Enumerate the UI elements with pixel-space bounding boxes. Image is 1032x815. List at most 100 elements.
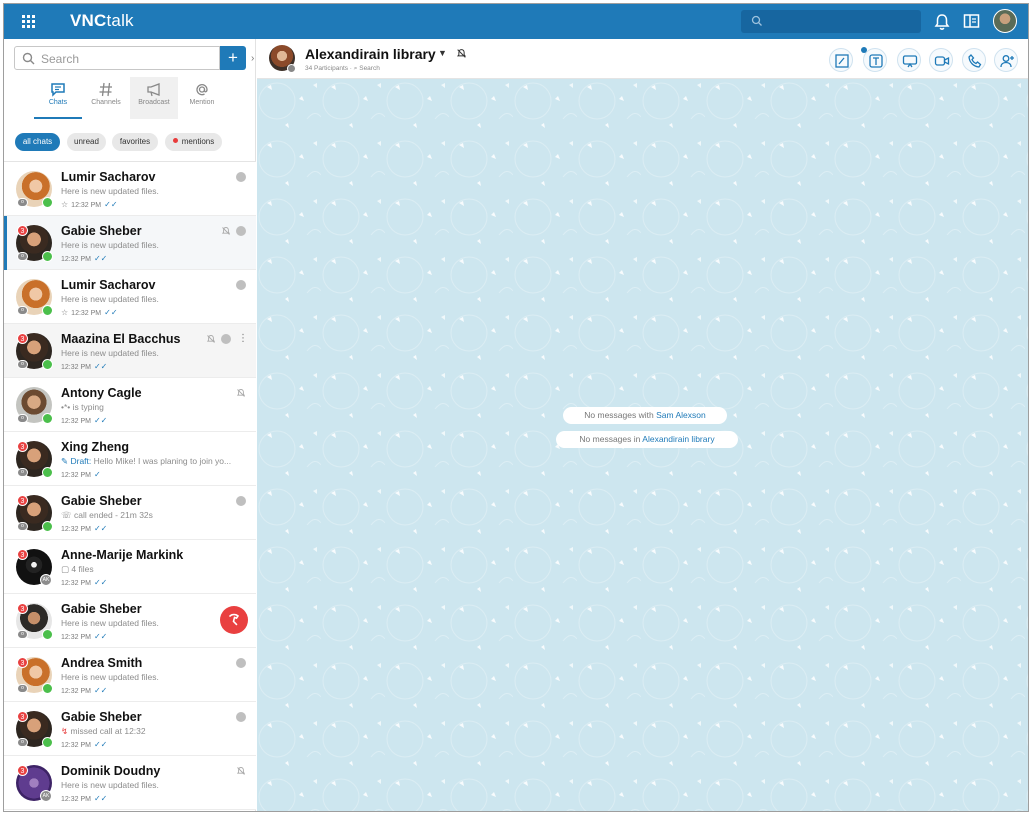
global-search-input[interactable] (741, 10, 921, 33)
side-panel-icon[interactable] (963, 13, 980, 29)
list-item[interactable]: 3 AK Anne-Marije Markink ▢ 4 files 12:32… (4, 540, 256, 594)
device-tag-icon: o (17, 738, 28, 747)
active-call-button[interactable] (220, 606, 248, 634)
filter-unread[interactable]: unread (67, 133, 106, 151)
collapse-sidebar-icon[interactable]: › (251, 53, 254, 64)
screen-share-button[interactable] (897, 48, 921, 72)
contact-name: Dominik Doudny (61, 764, 161, 778)
list-item[interactable]: 3 o Gabie Sheber Here is new updated fil… (4, 216, 256, 270)
list-item[interactable]: 3 AK Dominik Doudny Here is new updated … (4, 756, 256, 810)
phone-call-button[interactable] (962, 48, 986, 72)
chat-header: Alexandirain library ▼ 34 Participants ·… (257, 39, 1028, 79)
room-search-link[interactable]: Search (359, 65, 380, 72)
pin-icon (236, 226, 246, 236)
typing-dots-icon: •*• (61, 402, 73, 412)
list-item[interactable]: o Antony Cagle •*• is typing 12:32 PM ✓✓ (4, 378, 256, 432)
video-call-button[interactable] (929, 48, 953, 72)
hashtag-icon (99, 82, 112, 97)
megaphone-icon (147, 83, 160, 97)
sidebar-tabs: Chats Channels Broadcast Mention (34, 77, 224, 119)
device-tag-icon: o (17, 198, 28, 207)
new-chat-button[interactable]: + (220, 46, 246, 70)
owner-tag: AK (40, 574, 52, 586)
device-tag-icon: o (17, 684, 28, 693)
add-participant-button[interactable] (994, 48, 1018, 72)
conversation-list: o Lumir Sacharov Here is new updated fil… (4, 161, 256, 810)
tab-channels[interactable]: Channels (82, 77, 130, 119)
pin-icon (236, 280, 246, 290)
pin-icon (236, 658, 246, 668)
read-ticks-icon: ✓✓ (93, 578, 108, 587)
device-tag-icon: o (17, 414, 28, 423)
device-tag-icon: o (17, 630, 28, 639)
notification-bell-icon[interactable] (934, 13, 950, 31)
app-window: VNCtalk Search + › Chats Channels Broadc… (3, 3, 1029, 812)
message-meta: 12:32 PM ✓✓ (61, 254, 108, 263)
read-ticks-icon: ✓✓ (93, 794, 108, 803)
text-tool-button[interactable] (863, 48, 887, 72)
room-title[interactable]: Alexandirain library (305, 46, 436, 62)
muted-bell-icon (236, 389, 246, 397)
read-ticks-icon: ✓✓ (104, 200, 118, 209)
message-preview: •*• is typing (61, 402, 104, 412)
call-ended-icon: ☏ (61, 510, 74, 520)
contact-name: Xing Zheng (61, 440, 130, 454)
online-status-icon (42, 305, 53, 316)
list-item[interactable]: 3 o Gabie Sheber ↯ missed call at 12:32 … (4, 702, 256, 756)
online-status-icon (42, 737, 53, 748)
muted-bell-icon[interactable] (456, 48, 467, 59)
filter-all-chats[interactable]: all chats (15, 133, 60, 151)
list-item[interactable]: 3 o Maazina El Bacchus Here is new updat… (4, 324, 256, 378)
message-preview: ✎ Draft: Hello Mike! I was planing to jo… (61, 456, 232, 466)
list-item[interactable]: o Lumir Sacharov Here is new updated fil… (4, 162, 256, 216)
list-item[interactable]: o Lumir Sacharov Here is new updated fil… (4, 270, 256, 324)
device-tag-icon: o (17, 522, 28, 531)
online-status-icon (42, 467, 53, 478)
list-item[interactable]: 3 o Gabie Sheber ☏ call ended - 21m 32s … (4, 486, 256, 540)
unread-badge: 3 (17, 549, 28, 560)
message-preview: ☏ call ended - 21m 32s (61, 510, 153, 520)
list-item[interactable]: 3 o Xing Zheng ✎ Draft: Hello Mike! I wa… (4, 432, 256, 486)
message-preview: Here is new updated files. (61, 672, 159, 682)
app-logo: VNCtalk (70, 11, 134, 30)
app-grid-icon[interactable] (20, 13, 36, 29)
sent-tick-icon: ✓ (93, 470, 101, 479)
contact-name: Gabie Sheber (61, 710, 142, 724)
message-preview: ↯ missed call at 12:32 (61, 726, 146, 736)
user-avatar[interactable] (993, 9, 1017, 33)
chevron-down-icon[interactable]: ▼ (438, 48, 447, 58)
tab-mention[interactable]: Mention (178, 77, 226, 119)
unread-badge: 3 (17, 495, 28, 506)
online-status-icon (42, 683, 53, 694)
tab-broadcast[interactable]: Broadcast (130, 77, 178, 119)
filter-mentions[interactable]: mentions (165, 133, 222, 151)
message-meta: 12:32 PM ✓✓ (61, 416, 108, 425)
whiteboard-button[interactable] (829, 48, 853, 72)
tab-chats[interactable]: Chats (34, 77, 82, 119)
mention-dot-icon (172, 138, 178, 143)
search-icon: ⌕ (353, 65, 358, 72)
add-participant-icon (1000, 55, 1014, 68)
chat-search-input[interactable]: Search (14, 46, 220, 70)
chat-bubble-icon (51, 83, 65, 97)
screen-share-icon (902, 55, 918, 68)
read-ticks-icon: ✓✓ (93, 632, 108, 641)
device-tag-icon: o (17, 306, 28, 315)
message-preview: Here is new updated files. (61, 780, 159, 790)
message-meta: 12:32 PM ✓✓ (61, 578, 108, 587)
more-options-icon[interactable]: ⋮ (238, 334, 248, 344)
read-ticks-icon: ✓✓ (93, 416, 108, 425)
online-status-icon (42, 521, 53, 532)
device-tag-icon: o (17, 360, 28, 369)
list-item[interactable]: 3 o Gabie Sheber Here is new updated fil… (4, 594, 256, 648)
filter-favorites[interactable]: favorites (112, 133, 158, 151)
online-status-icon (42, 359, 53, 370)
read-ticks-icon: ✓✓ (93, 686, 108, 695)
whiteboard-icon (835, 54, 849, 68)
search-placeholder: Search (41, 52, 80, 66)
list-item[interactable]: 3 o Andrea Smith Here is new updated fil… (4, 648, 256, 702)
contact-name: Anne-Marije Markink (61, 548, 184, 562)
contact-name: Lumir Sacharov (61, 278, 156, 292)
muted-bell-icon (221, 227, 231, 235)
message-meta: 12:32 PM ✓✓ (61, 524, 108, 533)
